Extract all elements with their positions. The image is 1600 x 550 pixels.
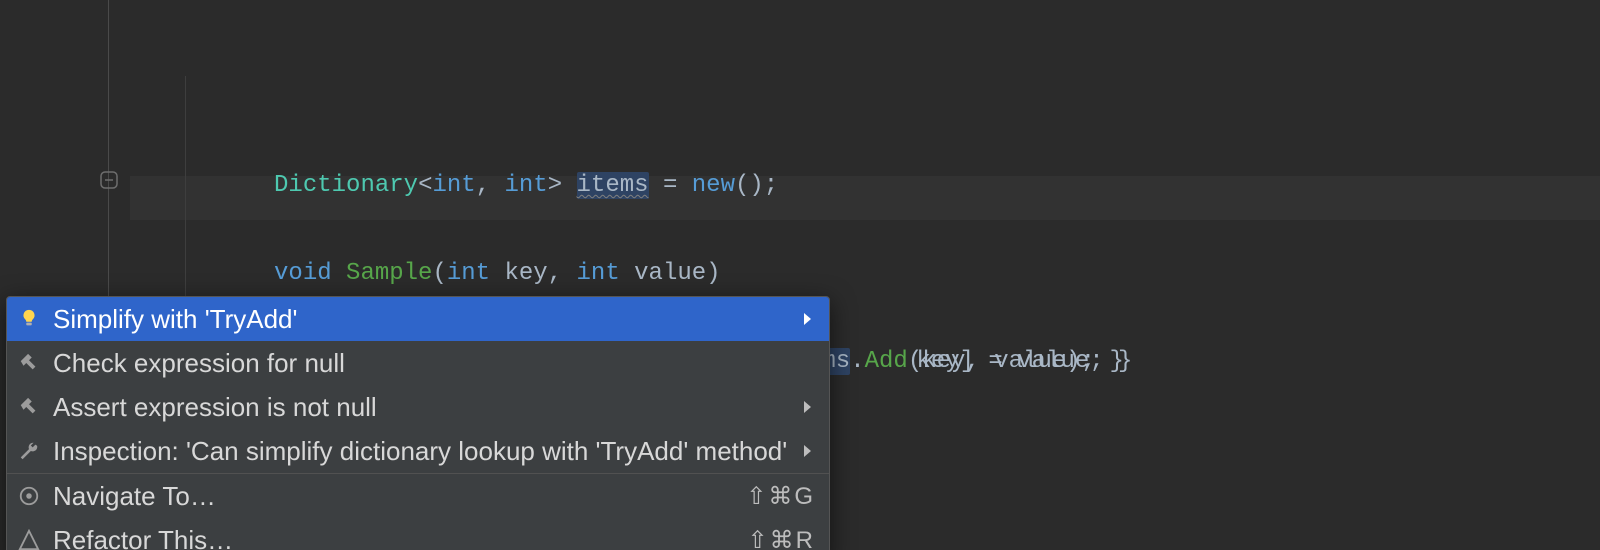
menu-item-label: Check expression for null: [53, 348, 789, 379]
menu-item-refactor-this[interactable]: Refactor This… ⇧⌘R: [7, 518, 829, 550]
code-line-blank[interactable]: [130, 120, 1600, 164]
shortcut-label: ⇧⌘G: [746, 482, 815, 511]
bulb-icon: [17, 307, 41, 331]
menu-item-label: Assert expression is not null: [53, 392, 789, 423]
menu-item-navigate-to[interactable]: Navigate To… ⇧⌘G: [7, 474, 829, 518]
menu-item-assert-not-null[interactable]: Assert expression is not null: [7, 385, 829, 429]
wrench-icon: [17, 439, 41, 463]
chevron-right-icon: [801, 312, 815, 326]
menu-item-inspection-tryadd[interactable]: Inspection: 'Can simplify dictionary loo…: [7, 429, 829, 473]
code-area[interactable]: Dictionary<int, int> items = new(); void…: [130, 0, 1600, 340]
code-editor[interactable]: Dictionary<int, int> items = new(); void…: [0, 0, 1600, 550]
fold-method-icon[interactable]: [99, 170, 119, 190]
shortcut-label: ⇧⌘R: [748, 526, 815, 550]
chevron-right-icon: [801, 444, 815, 458]
target-icon: [17, 484, 41, 508]
menu-item-label: Inspection: 'Can simplify dictionary loo…: [53, 436, 789, 467]
hammer-icon: [17, 351, 41, 375]
warning-icon: [17, 528, 41, 550]
hammer-icon: [17, 395, 41, 419]
menu-item-check-null[interactable]: Check expression for null: [7, 341, 829, 385]
chevron-right-icon: [801, 400, 815, 414]
menu-item-simplify-tryadd[interactable]: Simplify with 'TryAdd': [7, 297, 829, 341]
menu-item-label: Refactor This…: [53, 525, 736, 550]
intention-menu[interactable]: Simplify with 'TryAdd' Check expression …: [6, 296, 830, 550]
code-line[interactable]: Dictionary<int, int> items = new();: [130, 76, 1600, 120]
menu-item-label: Navigate To…: [53, 481, 734, 512]
variable-items[interactable]: items: [577, 172, 649, 199]
menu-item-label: Simplify with 'TryAdd': [53, 304, 789, 335]
